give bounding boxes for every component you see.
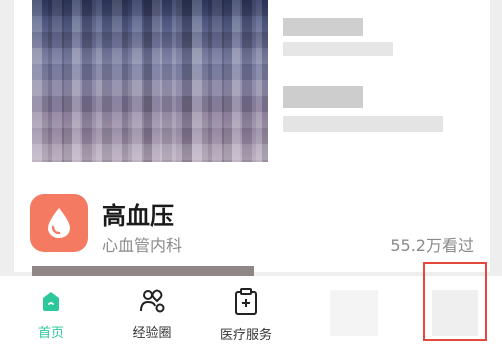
blurred-text-block xyxy=(283,18,363,36)
blurred-nav-item xyxy=(330,290,378,336)
nav-experience-label: 经验圈 xyxy=(132,326,172,341)
community-icon xyxy=(140,289,165,313)
blurred-text-block xyxy=(283,116,443,132)
nav-medical-label: 医疗服务 xyxy=(219,328,272,343)
highlight-annotation-box xyxy=(423,262,487,341)
water-drop-icon xyxy=(48,208,70,238)
medical-service-icon xyxy=(235,288,257,315)
nav-home[interactable]: 首页 xyxy=(26,288,76,341)
blurred-text-block xyxy=(283,86,363,108)
nav-home-label: 首页 xyxy=(37,326,64,341)
topic-icon-tile[interactable] xyxy=(30,194,88,252)
topic-title[interactable]: 高血压 xyxy=(102,196,174,231)
blurred-text-block xyxy=(283,42,393,56)
home-icon xyxy=(43,292,59,311)
nav-medical-service[interactable]: 医疗服务 xyxy=(203,288,289,343)
pixelated-cover-image xyxy=(32,0,268,162)
pixelated-preview-panel xyxy=(269,0,490,162)
topic-department: 心血管内科 xyxy=(102,236,183,255)
nav-experience-circle[interactable]: 经验圈 xyxy=(116,288,188,341)
view-count: 55.2万看过 xyxy=(390,236,474,255)
